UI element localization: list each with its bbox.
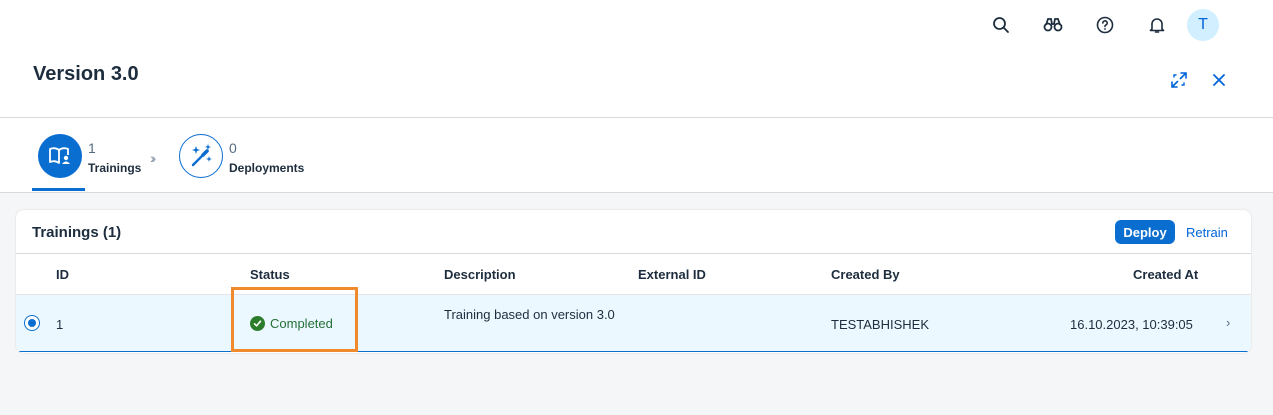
column-header-created-at[interactable]: Created At (1133, 267, 1198, 282)
column-header-description[interactable]: Description (444, 267, 516, 282)
training-book-icon (49, 147, 70, 164)
step-trainings-label: Trainings (88, 161, 142, 175)
column-header-status[interactable]: Status (250, 267, 290, 282)
trainings-table-title: Trainings (1) (32, 224, 122, 241)
notification-bell-icon[interactable] (1145, 13, 1169, 37)
fullscreen-icon[interactable] (1167, 68, 1191, 92)
double-chevron-right-icon: ›› (150, 150, 157, 166)
chevron-right-icon[interactable]: › (1226, 315, 1230, 330)
deploy-button[interactable]: Deploy (1115, 220, 1175, 244)
table-row[interactable]: 1 Completed Training based on version 3.… (16, 295, 1251, 352)
status-highlight-box (231, 287, 358, 352)
active-step-indicator (32, 188, 85, 191)
step-deployments[interactable] (179, 134, 223, 178)
shell-bar: T (0, 0, 1273, 50)
row-select-radio[interactable] (24, 315, 40, 331)
step-trainings[interactable] (38, 134, 82, 178)
search-icon[interactable] (989, 13, 1013, 37)
binoculars-icon[interactable] (1041, 13, 1065, 37)
cell-id: 1 (56, 317, 64, 332)
avatar[interactable]: T (1187, 9, 1219, 41)
retrain-button[interactable]: Retrain (1186, 220, 1228, 244)
column-header-external-id[interactable]: External ID (638, 267, 706, 282)
page-title: Version 3.0 (33, 63, 139, 85)
step-deployments-count: 0 (229, 140, 237, 156)
step-deployments-label: Deployments (229, 161, 305, 175)
help-icon[interactable] (1093, 13, 1117, 37)
step-trainings-count: 1 (88, 140, 96, 156)
table-header: ID Status Description External ID Create… (16, 253, 1251, 295)
cell-created-by: TESTABHISHEK (831, 317, 930, 332)
cell-description: Training based on version 3.0 (444, 307, 615, 322)
close-icon[interactable] (1207, 68, 1231, 92)
page-header: Version 3.0 (0, 50, 1273, 118)
magic-wand-icon (191, 144, 212, 167)
process-steps: 1 Trainings ›› 0 Deployments (0, 118, 1273, 193)
column-header-created-by[interactable]: Created By (831, 267, 900, 282)
trainings-table-card: Trainings (1) Deploy Retrain ID Status D… (16, 210, 1251, 353)
radio-selected-dot (28, 319, 36, 327)
column-header-id[interactable]: ID (56, 267, 69, 282)
cell-created-at: 16.10.2023, 10:39:05 (1070, 317, 1193, 332)
